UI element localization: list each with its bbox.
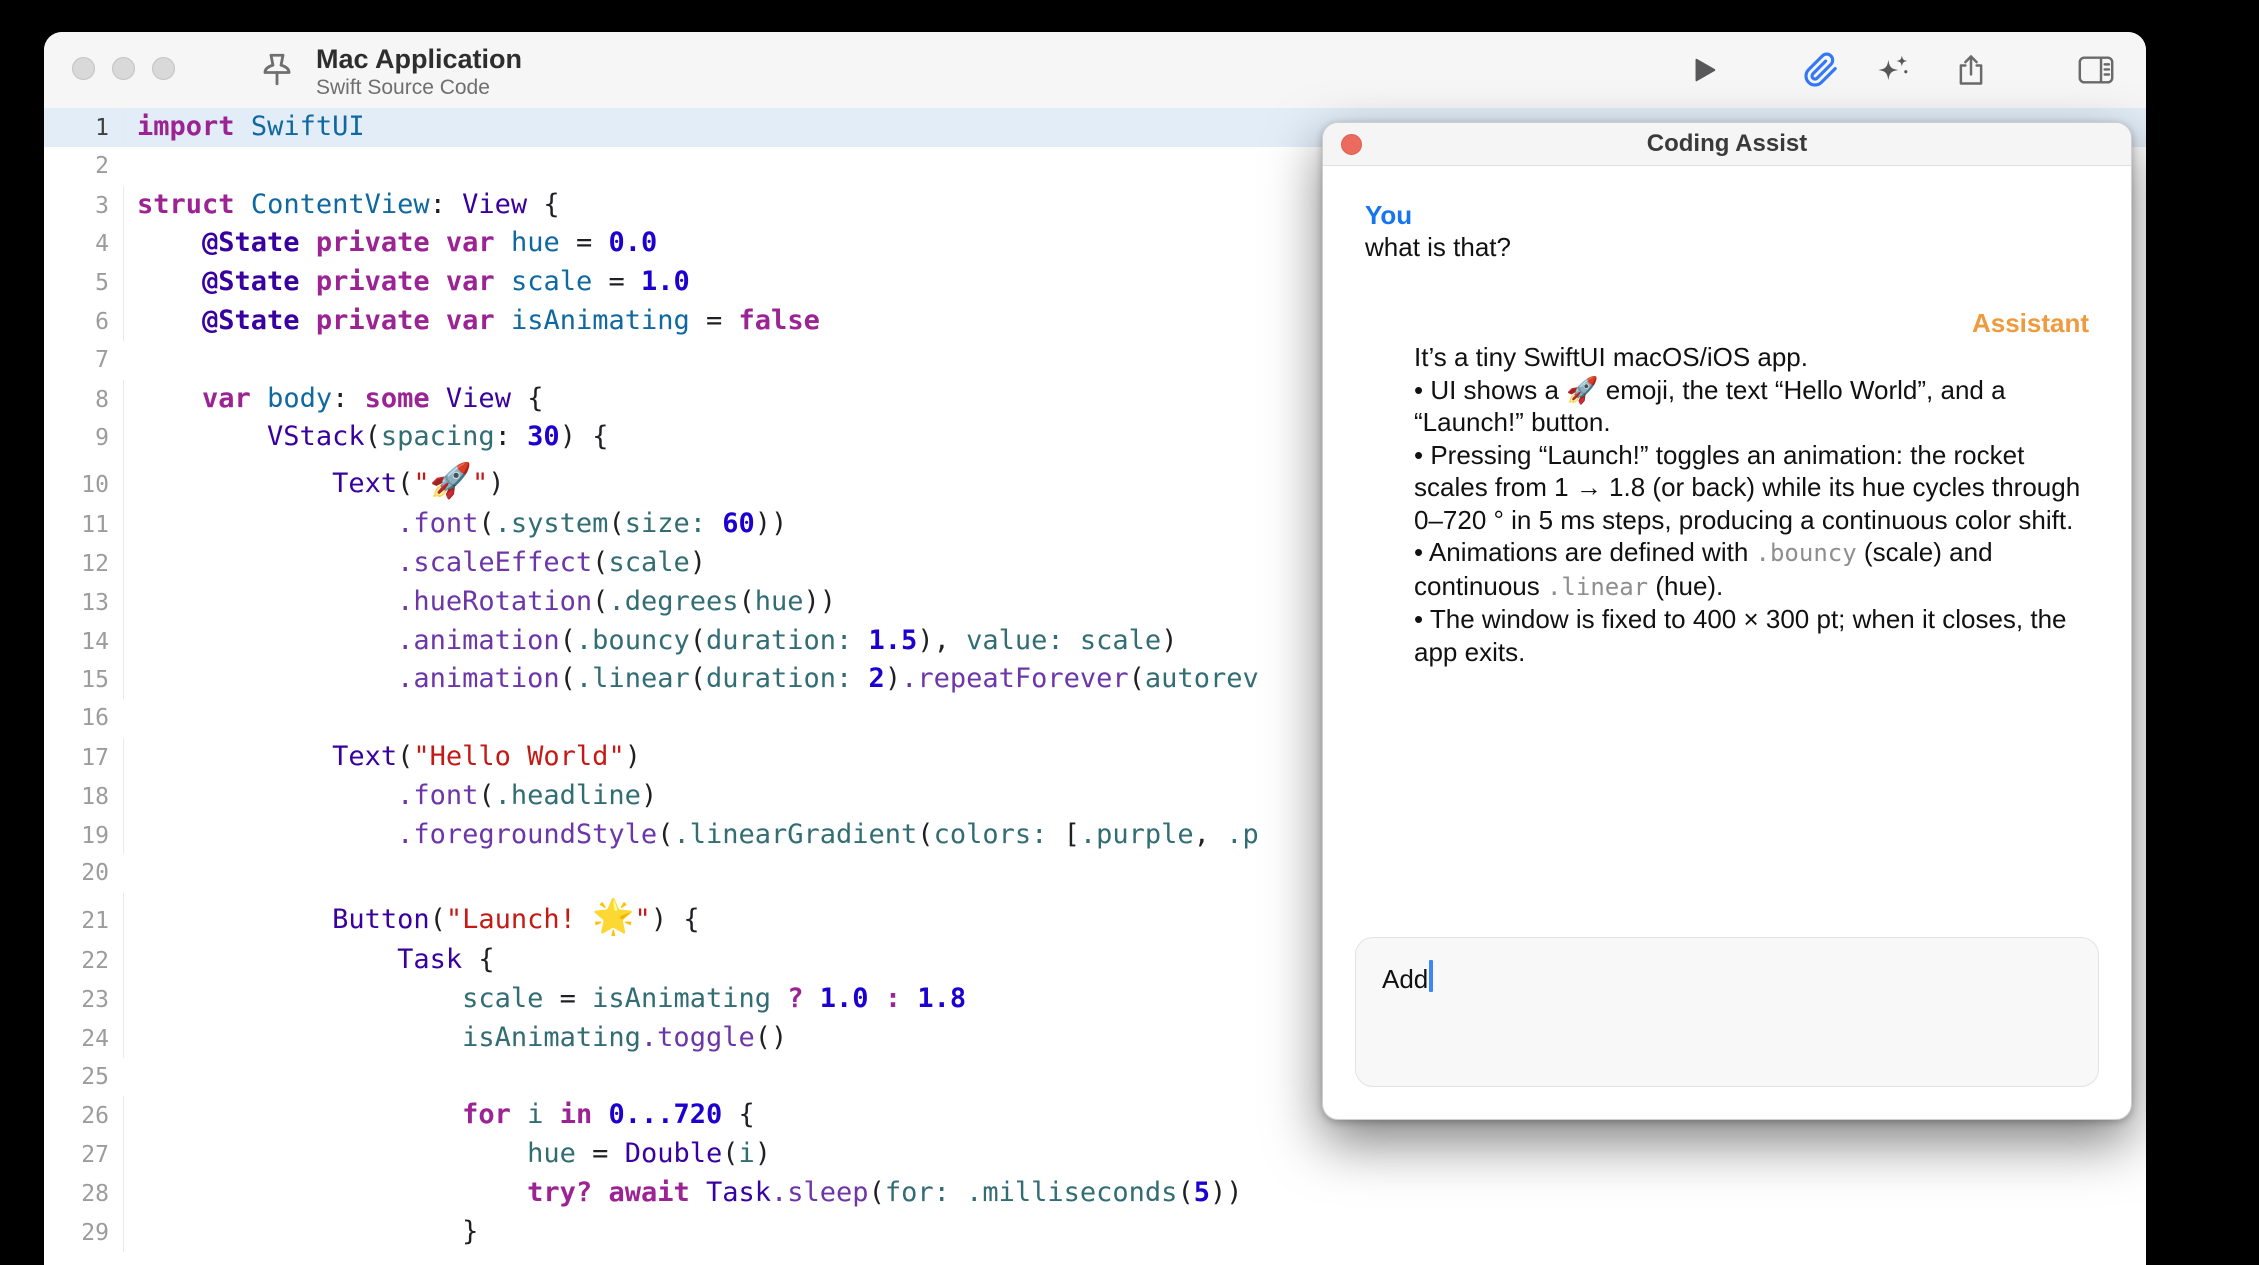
assistant-message: It’s a tiny SwiftUI macOS/iOS app.• UI s…: [1414, 341, 2091, 668]
assistant-paragraph: • UI shows a 🚀 emoji, the text “Hello Wo…: [1414, 374, 2091, 439]
code-line[interactable]: 27 hue = Double(i): [44, 1135, 2146, 1174]
text-caret: [1429, 960, 1433, 992]
share-button[interactable]: [1950, 49, 1992, 91]
code-line[interactable]: 29 }: [44, 1213, 2146, 1252]
user-message: what is that?: [1365, 231, 2089, 263]
line-number: 21: [44, 897, 123, 945]
line-number: 29: [44, 1214, 123, 1253]
line-number: 13: [44, 584, 123, 623]
line-number: 5: [44, 264, 123, 303]
line-number: 28: [44, 1175, 123, 1214]
window-subtitle: Swift Source Code: [316, 75, 522, 100]
traffic-light-minimize[interactable]: [112, 57, 135, 80]
assistant-paragraph: • Animations are defined with .bouncy (s…: [1414, 536, 2091, 603]
play-icon: [1696, 60, 1714, 81]
line-number: 3: [44, 187, 123, 226]
line-number: 22: [44, 942, 123, 981]
line-number: 15: [44, 661, 123, 700]
code-line-text: }: [123, 1213, 2146, 1252]
sidebar-toggle-button[interactable]: [2075, 49, 2117, 91]
line-number: 6: [44, 303, 123, 342]
line-number: 27: [44, 1136, 123, 1175]
window-title-block: Mac Application Swift Source Code: [316, 44, 522, 100]
line-number: 16: [44, 699, 123, 738]
code-line[interactable]: 28 try? await Task.sleep(for: .milliseco…: [44, 1174, 2146, 1213]
traffic-light-zoom[interactable]: [152, 57, 175, 80]
line-number: 19: [44, 817, 123, 856]
assist-titlebar: Coding Assist: [1323, 123, 2131, 166]
line-number: 7: [44, 341, 123, 380]
chat-area: You what is that? Assistant It’s a tiny …: [1365, 165, 2089, 668]
run-button[interactable]: [1683, 49, 1725, 91]
ai-assist-button[interactable]: [1873, 49, 1915, 91]
line-number: 14: [44, 623, 123, 662]
sidebar-toggle-icon: [2077, 54, 2115, 86]
code-line-text: try? await Task.sleep(for: .milliseconds…: [123, 1174, 2146, 1213]
line-number: 2: [44, 147, 123, 186]
share-icon: [1953, 52, 1989, 88]
assist-close-button[interactable]: [1341, 134, 1362, 155]
paperclip-icon: [1803, 52, 1839, 88]
assistant-paragraph: It’s a tiny SwiftUI macOS/iOS app.: [1414, 341, 2091, 374]
assistant-label: Assistant: [1365, 307, 2089, 339]
code-line-text: hue = Double(i): [123, 1135, 2146, 1174]
pin-icon[interactable]: [256, 50, 298, 92]
line-number: 25: [44, 1058, 123, 1097]
line-number: 8: [44, 381, 123, 420]
chat-input-value: Add: [1382, 964, 1428, 994]
line-number: 1: [44, 109, 123, 148]
sparkles-icon: [1876, 52, 1912, 88]
line-number: 20: [44, 854, 123, 893]
window-title: Mac Application: [316, 44, 522, 74]
assist-title: Coding Assist: [1647, 130, 1807, 158]
line-number: 10: [44, 461, 123, 509]
coding-assist-panel: Coding Assist You what is that? Assistan…: [1322, 122, 2132, 1120]
chat-input[interactable]: Add: [1355, 937, 2099, 1087]
line-number: 23: [44, 981, 123, 1020]
attach-button[interactable]: [1800, 49, 1842, 91]
window-titlebar: Mac Application Swift Source Code: [44, 32, 2146, 109]
line-number: 17: [44, 739, 123, 778]
line-number: 9: [44, 419, 123, 458]
line-number: 4: [44, 225, 123, 264]
line-number: 11: [44, 506, 123, 545]
assistant-paragraph: • The window is fixed to 400 × 300 pt; w…: [1414, 603, 2091, 668]
line-number: 12: [44, 545, 123, 584]
line-number: 24: [44, 1020, 123, 1059]
line-number: 26: [44, 1097, 123, 1136]
line-number: 18: [44, 778, 123, 817]
assistant-paragraph: • Pressing “Launch!” toggles an animatio…: [1414, 439, 2091, 537]
traffic-light-close[interactable]: [72, 57, 95, 80]
user-label: You: [1365, 199, 2089, 231]
